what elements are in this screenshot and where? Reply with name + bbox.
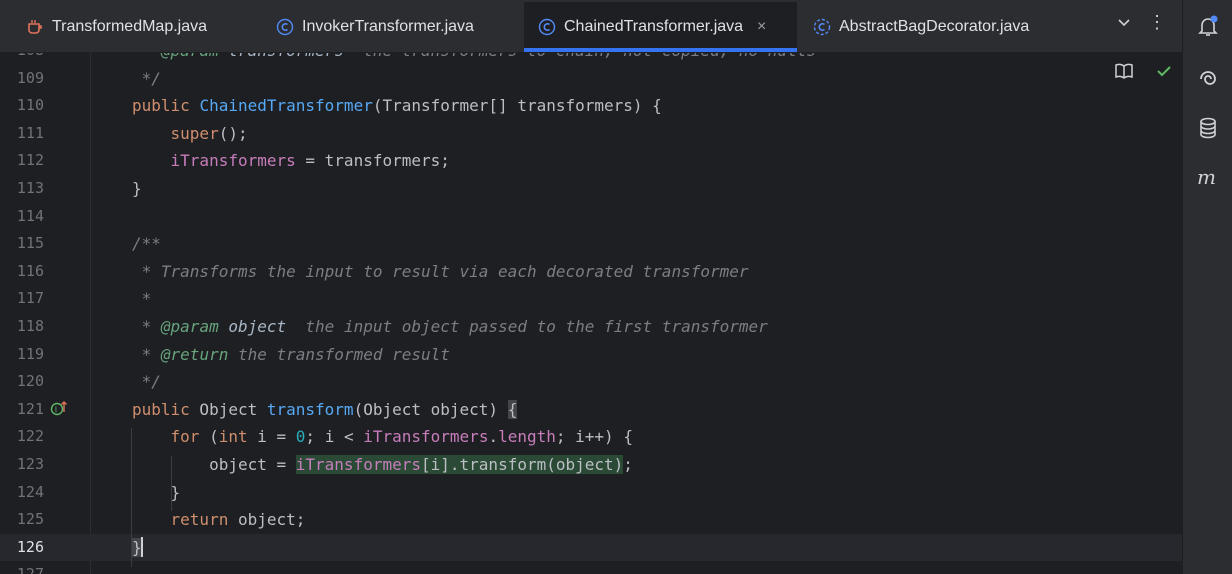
code-editor[interactable]: 108 * @param transformers the transforme…	[0, 53, 1182, 574]
class-icon	[538, 18, 556, 36]
code-line[interactable]: 111 super();	[0, 120, 1182, 148]
line-number[interactable]: 125	[0, 506, 44, 534]
line-number[interactable]: 113	[0, 175, 44, 203]
code-text[interactable]: object = iTransformers[i].transform(obje…	[132, 451, 633, 479]
line-number[interactable]: 122	[0, 423, 44, 451]
code-line[interactable]: 119 * @return the transformed result	[0, 341, 1182, 369]
line-number[interactable]: 121	[0, 396, 44, 424]
code-line[interactable]: 117 *	[0, 285, 1182, 313]
code-text[interactable]: public Object transform(Object object) {	[132, 396, 518, 424]
code-line[interactable]: 127	[0, 561, 1182, 574]
code-line[interactable]: 112 iTransformers = transformers;	[0, 147, 1182, 175]
ai-assistant-icon[interactable]	[1196, 65, 1220, 89]
code-text[interactable]: return object;	[132, 506, 306, 534]
line-number[interactable]: 109	[0, 65, 44, 93]
tab-options-menu-icon[interactable]: ⋮	[1145, 12, 1169, 33]
line-number[interactable]: 119	[0, 341, 44, 369]
checkmark-icon[interactable]	[1154, 61, 1174, 81]
code-line[interactable]: 109 */	[0, 65, 1182, 93]
line-number[interactable]: 123	[0, 451, 44, 479]
line-number[interactable]: 120	[0, 368, 44, 396]
line-number[interactable]: 126	[0, 534, 44, 562]
code-line[interactable]: 110 public ChainedTransformer(Transformer…	[0, 92, 1182, 120]
code-text[interactable]: * @param object the input object passed …	[132, 313, 768, 341]
code-line[interactable]: 118 * @param object the input object pas…	[0, 313, 1182, 341]
code-text[interactable]: }	[132, 479, 181, 507]
show-hidden-tabs-chevron-down-icon[interactable]	[1112, 14, 1136, 35]
tab-chainedtransformer[interactable]: ChainedTransformer.java ×	[524, 2, 797, 52]
tab-label: AbstractBagDecorator.java	[839, 18, 1030, 35]
line-number[interactable]: 127	[0, 561, 44, 574]
code-line[interactable]: 121 public Object transform(Object object…	[0, 396, 1182, 424]
class-icon	[276, 18, 294, 36]
abstract-class-icon	[813, 18, 831, 36]
book-icon[interactable]	[1114, 61, 1134, 81]
indent-guide	[131, 428, 132, 567]
tab-label: ChainedTransformer.java	[564, 18, 744, 35]
tab-abstractbagdecorator[interactable]: AbstractBagDecorator.java	[799, 2, 1083, 52]
code-text[interactable]: }	[132, 175, 142, 203]
line-number[interactable]: 110	[0, 92, 44, 120]
tab-invokertransformer[interactable]: InvokerTransformer.java	[262, 2, 522, 52]
code-text[interactable]: */	[132, 65, 161, 93]
indent-guide	[171, 456, 172, 511]
svg-text:I: I	[55, 406, 57, 415]
line-number[interactable]: 112	[0, 147, 44, 175]
line-number[interactable]: 115	[0, 230, 44, 258]
database-icon[interactable]	[1196, 116, 1220, 140]
java-file-icon	[28, 20, 42, 34]
implementation-marker-icon[interactable]: I	[50, 399, 68, 417]
chevron-down-icon	[1118, 19, 1130, 27]
line-number[interactable]: 118	[0, 313, 44, 341]
code-text[interactable]: * Transforms the input to result via eac…	[132, 258, 749, 286]
code-text[interactable]: public ChainedTransformer(Transformer[] …	[132, 92, 662, 120]
svg-text:m: m	[1197, 165, 1216, 189]
code-line[interactable]: 115 /**	[0, 230, 1182, 258]
maven-icon[interactable]: m	[1196, 165, 1220, 189]
text-caret	[140, 536, 143, 557]
code-text[interactable]: * @param transformers the transformers t…	[132, 53, 816, 65]
tab-transformedmap[interactable]: TransformedMap.java	[12, 2, 262, 52]
editor-tab-bar: TransformedMap.java InvokerTransformer.j…	[0, 0, 1182, 53]
code-text[interactable]: for (int i = 0; i < iTransformers.length…	[132, 423, 633, 451]
code-text[interactable]: iTransformers = transformers;	[132, 147, 450, 175]
line-number[interactable]: 116	[0, 258, 44, 286]
code-text[interactable]: super();	[132, 120, 248, 148]
code-text[interactable]: * @return the transformed result	[132, 341, 450, 369]
right-tool-window-strip: m	[1182, 0, 1232, 574]
code-line[interactable]: 125 return object;	[0, 506, 1182, 534]
line-number[interactable]: 117	[0, 285, 44, 313]
code-text[interactable]: /**	[132, 230, 161, 258]
code-line[interactable]: 108 * @param transformers the transforme…	[0, 53, 1182, 65]
code-line[interactable]: 126}	[0, 533, 1182, 562]
notifications-icon[interactable]	[1196, 14, 1220, 38]
close-tab-icon[interactable]: ×	[757, 18, 766, 36]
code-line[interactable]: 113}	[0, 175, 1182, 203]
code-text[interactable]: */	[132, 368, 161, 396]
tab-label: InvokerTransformer.java	[302, 18, 474, 35]
code-line[interactable]: 120 */	[0, 368, 1182, 396]
code-line[interactable]: 122 for (int i = 0; i < iTransformers.le…	[0, 423, 1182, 451]
code-line[interactable]: 114	[0, 203, 1182, 231]
code-line[interactable]: 124 }	[0, 479, 1182, 507]
tab-label: TransformedMap.java	[52, 18, 208, 35]
code-line[interactable]: 123 object = iTransformers[i].transform(…	[0, 451, 1182, 479]
line-number[interactable]: 108	[0, 53, 44, 65]
line-number[interactable]: 111	[0, 120, 44, 148]
code-text[interactable]: *	[132, 285, 152, 313]
line-number[interactable]: 114	[0, 203, 44, 231]
code-line[interactable]: 116 * Transforms the input to result via…	[0, 258, 1182, 286]
line-number[interactable]: 124	[0, 479, 44, 507]
code-text[interactable]: }	[132, 534, 143, 562]
